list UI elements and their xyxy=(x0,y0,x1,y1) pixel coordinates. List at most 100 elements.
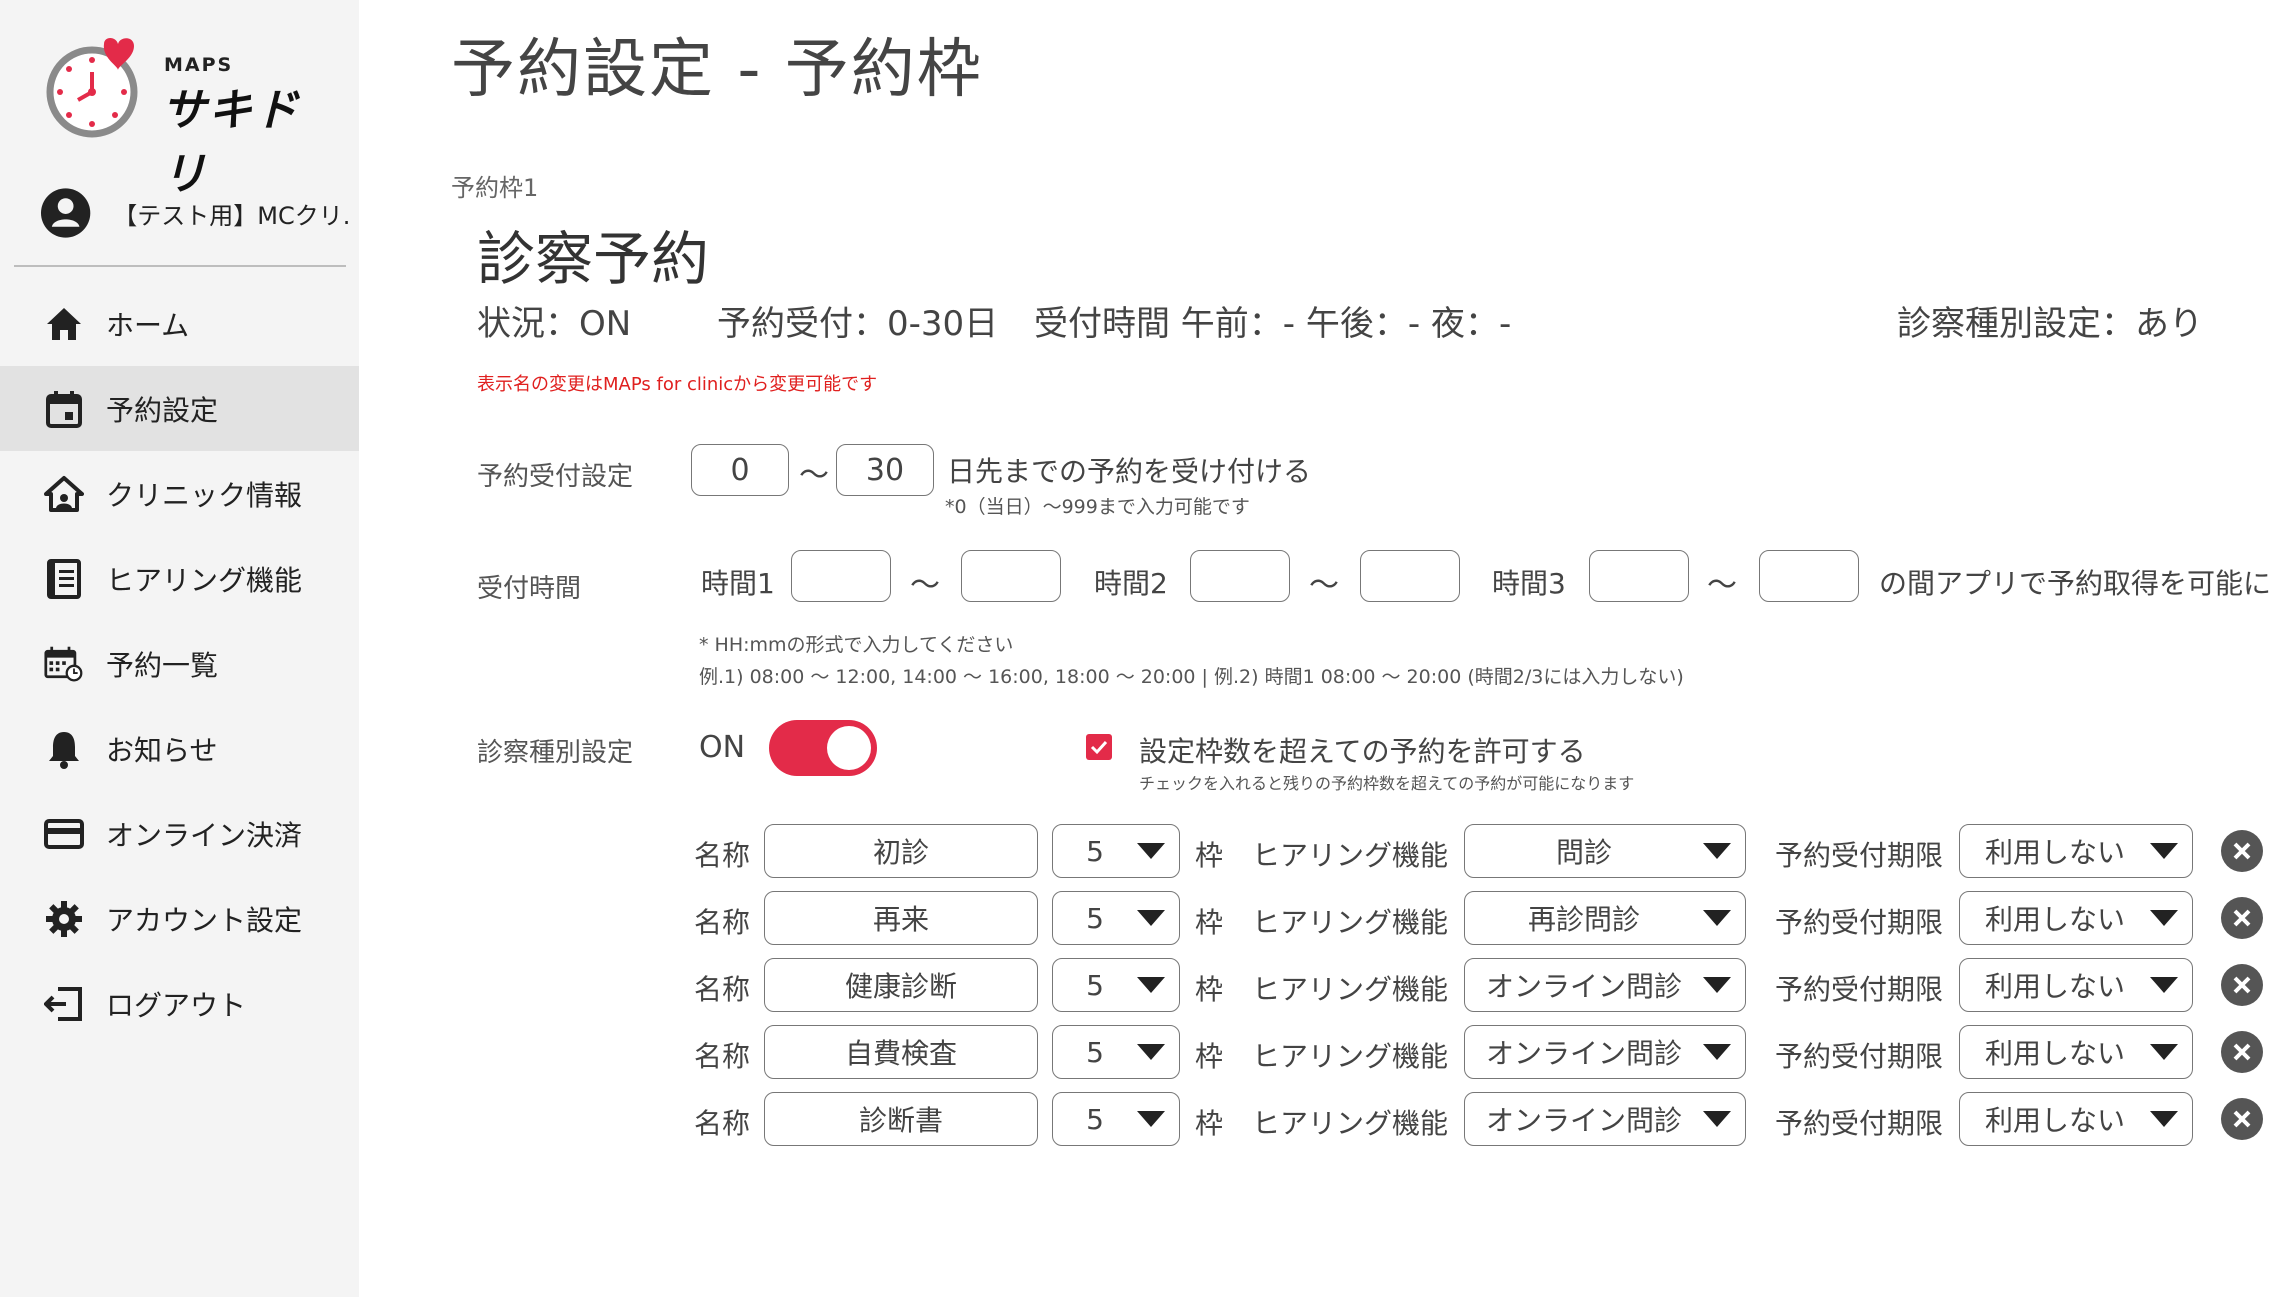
close-icon xyxy=(2233,976,2251,994)
logo-app-name: サキドリ xyxy=(162,85,300,200)
row-hearing-value: 問診 xyxy=(1555,836,1612,869)
logout-icon xyxy=(44,984,84,1024)
time2-start-input[interactable] xyxy=(1190,550,1290,602)
time1-start-input[interactable] xyxy=(791,550,891,602)
row-delete-button[interactable] xyxy=(2221,830,2263,872)
nav-item-home[interactable]: ホーム xyxy=(0,281,359,366)
type-setting-toggle[interactable] xyxy=(769,720,877,776)
nav-item-account-settings[interactable]: アカウント設定 xyxy=(0,876,359,961)
row-deadline-select[interactable]: 利用しない xyxy=(1959,824,2193,878)
reception-from-input[interactable]: 0 xyxy=(691,444,789,496)
row-count-select[interactable]: 5 xyxy=(1052,824,1180,878)
nav-item-reservation-settings[interactable]: 予約設定 xyxy=(0,366,359,451)
row-delete-button[interactable] xyxy=(2221,897,2263,939)
nav-label-notifications: お知らせ xyxy=(106,733,218,767)
row-hearing-label: ヒアリング機能 xyxy=(1252,839,1449,872)
app-logo[interactable]: MAPS サキドリ xyxy=(42,36,342,200)
time1-label: 時間1 xyxy=(701,567,775,600)
bell-icon xyxy=(44,729,84,769)
nav-item-notifications[interactable]: お知らせ xyxy=(0,706,359,791)
row-deadline-value: 利用しない xyxy=(1984,970,2125,1003)
row-count-value: 5 xyxy=(1086,1035,1104,1069)
row-hearing-value: オンライン問診 xyxy=(1485,970,1682,1003)
type-row: 名称 診断書 5 枠 ヒアリング機能 オンライン問診 予約受付期限 利用しない xyxy=(359,1092,2271,1148)
row-waku-label: 枠 xyxy=(1195,906,1224,939)
allow-over-label: 設定枠数を超えての予約を許可する xyxy=(1139,735,1586,768)
row-deadline-select[interactable]: 利用しない xyxy=(1959,891,2193,945)
user-profile[interactable]: 【テスト用】MCクリ... xyxy=(40,186,350,240)
row-waku-label: 枠 xyxy=(1195,1040,1224,1073)
type-row: 名称 健康診断 5 枠 ヒアリング機能 オンライン問診 予約受付期限 利用しない xyxy=(359,958,2271,1014)
row-deadline-label: 予約受付期限 xyxy=(1775,1107,1944,1140)
dropdown-arrow-icon xyxy=(2150,977,2178,993)
row-name-input[interactable]: 再来 xyxy=(764,891,1038,945)
reception-hours-suffix: の間アプリで予約取得を可能に xyxy=(1879,567,2271,600)
dropdown-arrow-icon xyxy=(2150,1044,2178,1060)
home-icon xyxy=(44,304,84,344)
time1-end-input[interactable] xyxy=(961,550,1061,602)
nav-item-hearing[interactable]: ヒアリング機能 xyxy=(0,536,359,621)
row-count-select[interactable]: 5 xyxy=(1052,1025,1180,1079)
row-deadline-select[interactable]: 利用しない xyxy=(1959,958,2193,1012)
time3-end-input[interactable] xyxy=(1759,550,1859,602)
hours-summary: 受付時間 午前：- 午後：- 夜：- xyxy=(1034,304,1512,344)
main-content: 予約設定 - 予約枠 予約枠1 診察予約 状況：ON 予約受付：0-30日 受付… xyxy=(359,0,2271,1297)
nav-label-home: ホーム xyxy=(106,308,190,342)
row-hearing-select[interactable]: オンライン問診 xyxy=(1464,1092,1746,1146)
row-count-select[interactable]: 5 xyxy=(1052,891,1180,945)
type-setting-summary: 診察種別設定：あり xyxy=(1897,304,2203,344)
dropdown-arrow-icon xyxy=(1137,843,1165,859)
row-hearing-select[interactable]: オンライン問診 xyxy=(1464,958,1746,1012)
row-hearing-select[interactable]: 問診 xyxy=(1464,824,1746,878)
time2-tilde: ～ xyxy=(1309,568,1339,603)
reception-to-input[interactable]: 30 xyxy=(836,444,934,496)
row-delete-button[interactable] xyxy=(2221,964,2263,1006)
time3-tilde: ～ xyxy=(1707,568,1737,603)
row-count-value: 5 xyxy=(1086,1102,1104,1136)
nav-label-reservation-settings: 予約設定 xyxy=(106,393,219,427)
row-hearing-select[interactable]: オンライン問診 xyxy=(1464,1025,1746,1079)
dropdown-arrow-icon xyxy=(1703,1111,1731,1127)
reception-hours-note-example: 例.1) 08:00 ～ 12:00, 14:00 ～ 16:00, 18:00… xyxy=(699,666,1684,688)
row-count-select[interactable]: 5 xyxy=(1052,958,1180,1012)
dropdown-arrow-icon xyxy=(1703,977,1731,993)
row-waku-label: 枠 xyxy=(1195,973,1224,1006)
row-count-select[interactable]: 5 xyxy=(1052,1092,1180,1146)
nav-item-reservation-list[interactable]: 予約一覧 xyxy=(0,621,359,706)
time3-start-input[interactable] xyxy=(1589,550,1689,602)
time2-end-input[interactable] xyxy=(1360,550,1460,602)
reception-setting-label: 予約受付設定 xyxy=(477,462,634,492)
allow-over-checkbox[interactable] xyxy=(1086,734,1112,760)
nav-item-logout[interactable]: ログアウト xyxy=(0,961,359,1046)
row-name-input[interactable]: 初診 xyxy=(764,824,1038,878)
nav-item-clinic-info[interactable]: クリニック情報 xyxy=(0,451,359,536)
check-icon xyxy=(1090,740,1108,755)
slot-label: 予約枠1 xyxy=(451,174,539,202)
close-icon xyxy=(2233,842,2251,860)
row-name-label: 名称 xyxy=(694,1107,751,1140)
type-row: 名称 再来 5 枠 ヒアリング機能 再診問診 予約受付期限 利用しない xyxy=(359,891,2271,947)
row-deadline-value: 利用しない xyxy=(1984,836,2125,869)
row-name-label: 名称 xyxy=(694,839,751,872)
row-delete-button[interactable] xyxy=(2221,1031,2263,1073)
row-name-value: 再来 xyxy=(872,903,929,936)
list-icon xyxy=(44,558,84,599)
nav-item-online-payment[interactable]: オンライン決済 xyxy=(0,791,359,876)
dropdown-arrow-icon xyxy=(1137,1111,1165,1127)
row-deadline-value: 利用しない xyxy=(1984,1037,2125,1070)
row-hearing-value: オンライン問診 xyxy=(1485,1037,1682,1070)
row-hearing-select[interactable]: 再診問診 xyxy=(1464,891,1746,945)
nav-label-hearing: ヒアリング機能 xyxy=(106,563,303,597)
row-count-value: 5 xyxy=(1086,968,1104,1002)
row-name-value: 初診 xyxy=(872,836,929,869)
row-delete-button[interactable] xyxy=(2221,1098,2263,1140)
row-deadline-select[interactable]: 利用しない xyxy=(1959,1025,2193,1079)
sidebar-divider xyxy=(14,265,346,267)
row-name-input[interactable]: 診断書 xyxy=(764,1092,1038,1146)
row-name-input[interactable]: 健康診断 xyxy=(764,958,1038,1012)
reception-suffix: 日先までの予約を受け付ける xyxy=(947,455,1312,488)
dropdown-arrow-icon xyxy=(1137,977,1165,993)
row-name-input[interactable]: 自費検査 xyxy=(764,1025,1038,1079)
row-deadline-select[interactable]: 利用しない xyxy=(1959,1092,2193,1146)
nav-label-reservation-list: 予約一覧 xyxy=(106,648,219,682)
